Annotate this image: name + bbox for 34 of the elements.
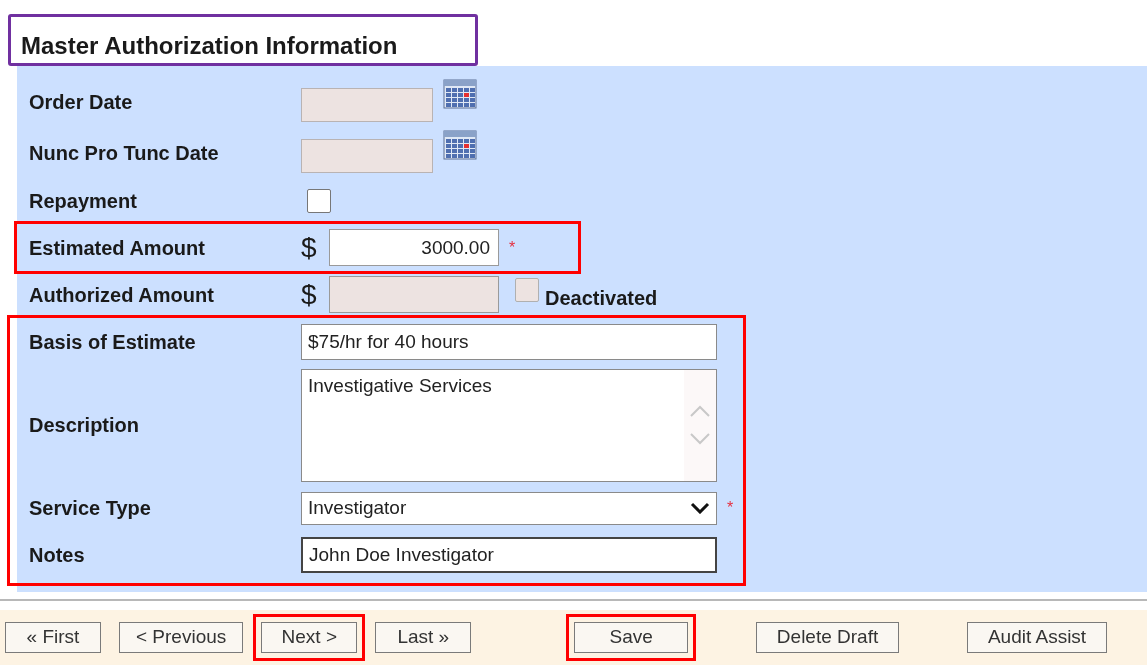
section-title: Master Authorization Information <box>8 14 478 66</box>
field-label: Authorized Amount <box>28 282 215 308</box>
field-label: Service Type <box>28 496 152 521</box>
scroll-down-icon[interactable] <box>689 432 711 446</box>
nav-button[interactable]: « First <box>5 622 101 653</box>
required-mark: * <box>509 237 516 258</box>
nav-button[interactable]: < Previous <box>119 622 244 653</box>
field-label: Notes <box>28 542 86 568</box>
amount-field[interactable]: 3000.00 <box>329 229 499 266</box>
nav-button[interactable]: Next > <box>261 622 358 653</box>
currency-symbol: $ <box>301 280 318 309</box>
currency-symbol: $ <box>301 233 318 262</box>
calendar-icon[interactable] <box>443 78 477 110</box>
chevron-down-icon <box>690 502 710 514</box>
required-mark: * <box>727 498 734 518</box>
action-button[interactable]: Audit Assist <box>966 622 1108 653</box>
scroll-up-icon[interactable] <box>689 404 711 418</box>
text-area-value: Investigative Services <box>307 373 493 398</box>
dropdown[interactable]: Investigator <box>301 491 717 525</box>
field-label: Order Date <box>28 89 134 115</box>
field-label: Repayment <box>28 189 138 214</box>
nav-button[interactable]: Last » <box>375 622 472 653</box>
calendar-icon[interactable] <box>443 129 477 161</box>
field-label: Basis of Estimate <box>28 329 197 355</box>
action-button[interactable]: Save <box>574 622 689 653</box>
field-label: Estimated Amount <box>28 235 206 261</box>
checkbox[interactable] <box>307 189 331 213</box>
action-button[interactable]: Delete Draft <box>755 622 900 653</box>
field-label: Nunc Pro Tunc Date <box>28 140 220 166</box>
text-field[interactable]: $75/hr for 40 hours <box>301 323 717 360</box>
field-label: Description <box>28 413 141 438</box>
checkbox-label: Deactivated <box>545 285 658 311</box>
text-field[interactable]: John Doe Investigator <box>301 536 717 573</box>
text-area[interactable]: Investigative Services <box>301 368 717 482</box>
